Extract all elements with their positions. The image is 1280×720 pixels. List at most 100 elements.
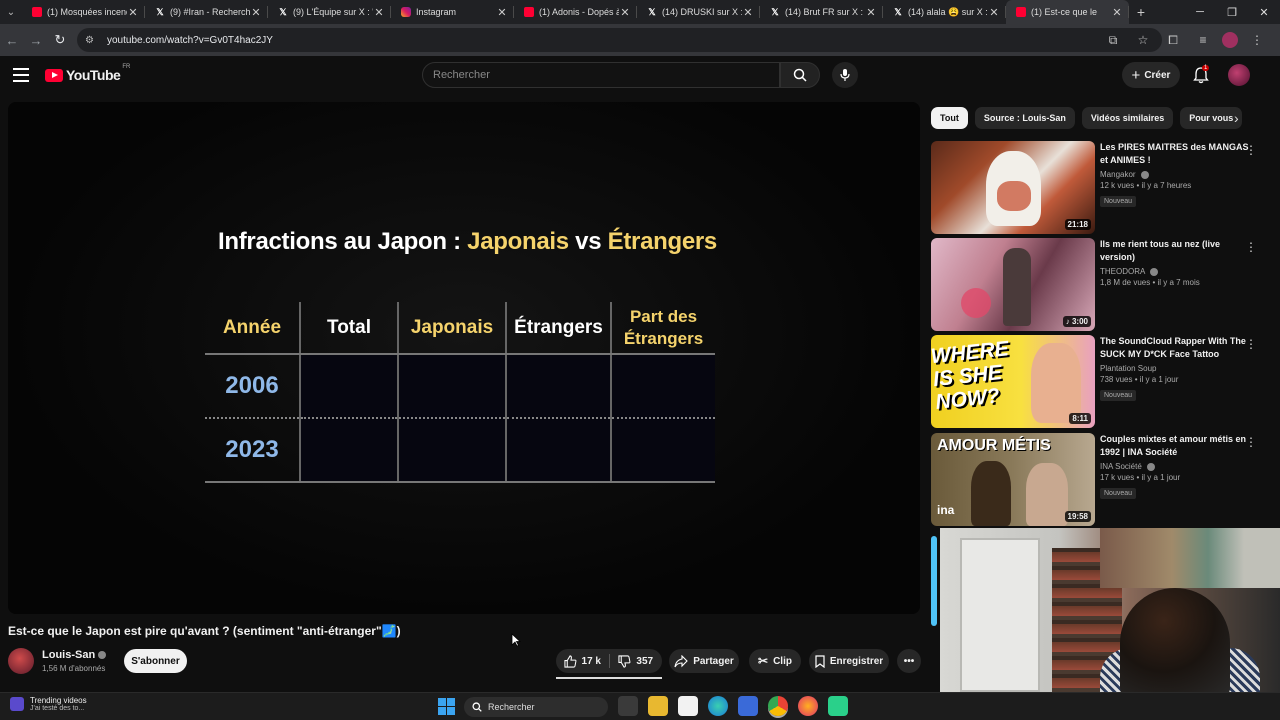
store-icon[interactable] xyxy=(738,696,758,716)
app-icon[interactable] xyxy=(828,696,848,716)
browser-tab[interactable]: Instagram ✕ xyxy=(391,0,514,24)
youtube-icon xyxy=(32,7,42,17)
empty-cell xyxy=(397,418,506,483)
new-tab-button[interactable]: + xyxy=(1129,4,1153,20)
chip-source[interactable]: Source : Louis-San xyxy=(974,107,1075,129)
dislike-button[interactable]: 357 xyxy=(610,649,663,673)
thumbnail-face xyxy=(997,181,1031,211)
verified-icon xyxy=(98,651,107,660)
more-vertical-icon[interactable]: ⋮ xyxy=(1245,143,1257,157)
subscribe-button[interactable]: S'abonner xyxy=(124,649,187,673)
close-icon[interactable]: ✕ xyxy=(1111,6,1123,19)
search-button[interactable] xyxy=(780,62,820,88)
browser-tab[interactable]: 𝕏 (9) L'Équipe sur X : "l ✕ xyxy=(268,0,391,24)
save-button[interactable]: Enregistrer xyxy=(809,649,889,673)
user-avatar[interactable] xyxy=(1228,64,1250,86)
close-icon[interactable]: ✕ xyxy=(742,6,754,19)
empty-cell xyxy=(505,418,611,483)
tab-title: (1) Mosquées incend xyxy=(47,7,127,17)
rec-meta: 12 k vues • il y a 7 heures xyxy=(1100,181,1192,190)
close-window-icon[interactable]: ✕ xyxy=(1248,0,1280,24)
search-input[interactable]: Rechercher xyxy=(422,62,780,88)
notepad-icon[interactable] xyxy=(678,696,698,716)
chip-related[interactable]: Vidéos similaires xyxy=(1081,107,1174,129)
install-icon[interactable]: ⧉ xyxy=(1102,28,1124,52)
video-thumbnail[interactable]: WHERE IS SHE NOW? 8:11 xyxy=(931,335,1095,428)
slide-title: Infractions au Japon : Japonais vs Étran… xyxy=(218,228,717,256)
col-header-foreign-share: Part des Étrangers xyxy=(610,302,715,355)
taskbar-search[interactable]: Rechercher xyxy=(464,697,608,717)
close-icon[interactable]: ✕ xyxy=(496,6,508,19)
browser-tab[interactable]: 𝕏 (14) Brut FR sur X : "l ✕ xyxy=(760,0,883,24)
firefox-icon[interactable] xyxy=(798,696,818,716)
more-vertical-icon[interactable]: ⋮ xyxy=(1245,240,1257,254)
chip-all[interactable]: Tout xyxy=(931,107,968,129)
site-info-icon[interactable]: ⚙ xyxy=(85,35,99,46)
like-button[interactable]: 17 k xyxy=(556,649,609,673)
browser-tab[interactable]: (1) Adonis - Dopés à ✕ xyxy=(514,0,637,24)
tab-search-icon[interactable]: ⌄ xyxy=(0,0,22,24)
voice-search-button[interactable] xyxy=(832,62,858,88)
slide-title-japanese: Japonais xyxy=(467,228,569,255)
more-vertical-icon[interactable]: ⋮ xyxy=(1245,435,1257,449)
chrome-icon[interactable] xyxy=(768,696,788,716)
browser-tab[interactable]: (1) Mosquées incend ✕ xyxy=(22,0,145,24)
rec-channel-name: INA Société xyxy=(1100,462,1142,471)
youtube-header: YouTube FR Rechercher + Créer 1 xyxy=(0,56,1280,96)
recommendation-item[interactable]: 21:18 Les PIRES MAITRES des MANGAS et AN… xyxy=(931,141,1271,234)
edge-icon[interactable] xyxy=(708,696,728,716)
recommendation-item[interactable]: AMOUR MÉTIS ina 19:58 Couples mixtes et … xyxy=(931,433,1271,526)
recommendation-item[interactable]: ♪ 3:00 Ils me rient tous au nez (live ve… xyxy=(931,238,1271,331)
task-view-icon[interactable] xyxy=(618,696,638,716)
forward-icon[interactable]: → xyxy=(24,28,48,52)
close-icon[interactable]: ✕ xyxy=(250,6,262,19)
recommendation-item[interactable]: WHERE IS SHE NOW? 8:11 The SoundCloud Ra… xyxy=(931,335,1271,428)
browser-tab[interactable]: 𝕏 (14) alala 😩 sur X : " ✕ xyxy=(883,0,1006,24)
windows-start-icon[interactable] xyxy=(438,698,455,715)
menu-icon[interactable] xyxy=(12,66,30,84)
more-horizontal-icon: ••• xyxy=(903,655,915,667)
widgets-button[interactable]: Trending videos J'ai testé des to... xyxy=(10,696,87,712)
video-thumbnail[interactable]: 21:18 xyxy=(931,141,1095,234)
close-icon[interactable]: ✕ xyxy=(619,6,631,19)
chevron-right-icon[interactable]: › xyxy=(1234,110,1239,126)
youtube-play-icon xyxy=(45,68,63,82)
share-button[interactable]: Partager xyxy=(669,649,739,673)
channel-avatar[interactable] xyxy=(8,648,34,674)
close-icon[interactable]: ✕ xyxy=(373,6,385,19)
video-player[interactable]: Infractions au Japon : Japonais vs Étran… xyxy=(8,102,920,614)
year-cell: 2023 xyxy=(205,418,300,483)
close-icon[interactable]: ✕ xyxy=(127,6,139,19)
media-icon[interactable]: ≡ xyxy=(1192,28,1214,52)
close-icon[interactable]: ✕ xyxy=(865,6,877,19)
close-icon[interactable]: ✕ xyxy=(988,6,1000,19)
browser-tab[interactable]: 𝕏 (14) DRUSKI sur X : "i ✕ xyxy=(637,0,760,24)
share-icon xyxy=(674,654,688,667)
youtube-icon xyxy=(524,7,534,17)
file-explorer-icon[interactable] xyxy=(648,696,668,716)
back-icon[interactable]: ← xyxy=(0,28,24,52)
more-vertical-icon[interactable]: ⋮ xyxy=(1245,337,1257,351)
chip-for-you[interactable]: Pour vous xyxy=(1180,107,1243,129)
minimize-icon[interactable]: ─ xyxy=(1184,0,1216,24)
tab-title: Instagram xyxy=(416,7,457,17)
rec-meta: 738 vues • il y a 1 jour xyxy=(1100,375,1179,384)
browser-tab[interactable]: 𝕏 (9) #Iran - Recherche ✕ xyxy=(145,0,268,24)
channel-name[interactable]: Louis-San xyxy=(42,649,107,661)
address-bar[interactable]: ⚙ youtube.com/watch?v=Gv0T4hac2JY xyxy=(77,28,1162,52)
browser-menu-icon[interactable]: ⋮ xyxy=(1246,28,1268,52)
widget-subtitle: J'ai testé des to... xyxy=(30,705,85,712)
create-button[interactable]: + Créer xyxy=(1122,62,1180,88)
video-thumbnail[interactable]: ♪ 3:00 xyxy=(931,238,1095,331)
video-thumbnail[interactable]: AMOUR MÉTIS ina 19:58 xyxy=(931,433,1095,526)
maximize-icon[interactable]: ❐ xyxy=(1216,0,1248,24)
verified-icon xyxy=(1147,462,1156,471)
extensions-icon[interactable]: ⧠ xyxy=(1162,28,1184,52)
browser-tab-active[interactable]: (1) Est-ce que le ✕ xyxy=(1006,0,1129,24)
youtube-logo[interactable]: YouTube FR xyxy=(45,64,130,83)
reload-icon[interactable]: ↻ xyxy=(48,28,72,52)
more-actions-button[interactable]: ••• xyxy=(897,649,921,673)
profile-avatar[interactable] xyxy=(1222,32,1238,48)
bookmark-star-icon[interactable]: ☆ xyxy=(1132,28,1154,52)
clip-button[interactable]: ✂ Clip xyxy=(749,649,801,673)
